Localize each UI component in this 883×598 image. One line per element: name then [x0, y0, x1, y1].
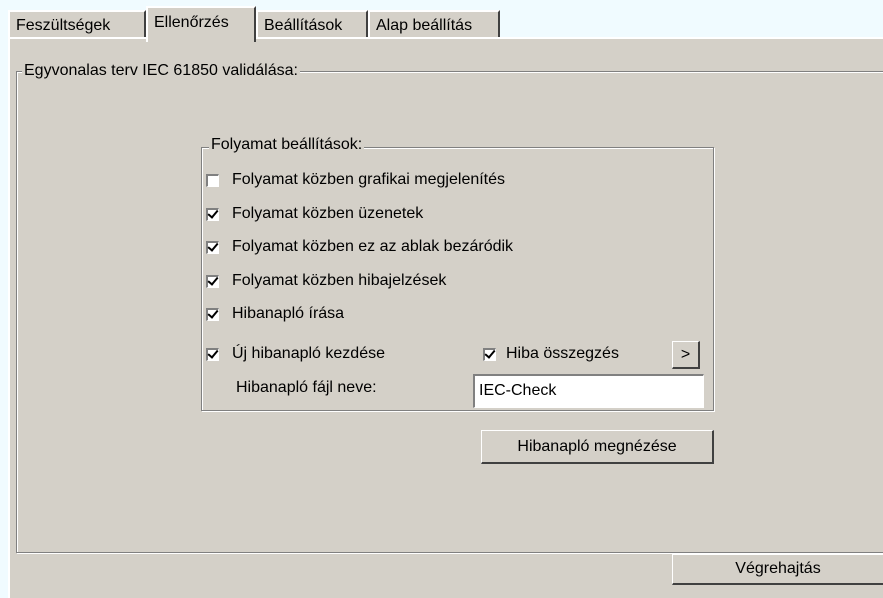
checkbox-box[interactable] [206, 307, 219, 321]
checkbox-label: Folyamat közben hibajelzések [232, 272, 447, 289]
checkbox-new-log[interactable]: Új hibanapló kezdése [206, 343, 385, 365]
checkbox-label: Folyamat közben üzenetek [232, 205, 424, 222]
checkbox-label: Új hibanapló kezdése [232, 345, 385, 362]
checkbox-box[interactable] [206, 274, 219, 288]
summary-expand-button[interactable]: > [672, 341, 700, 369]
checkbox-write-log[interactable]: Hibanapló írása [206, 303, 344, 325]
checkbox-window-closes[interactable]: Folyamat közben ez az ablak bezáródik [206, 236, 513, 258]
checkbox-label: Folyamat közben grafikai megjelenítés [232, 171, 506, 188]
checkbox-label: Folyamat közben ez az ablak bezáródik [232, 238, 514, 255]
checkbox-messages[interactable]: Folyamat közben üzenetek [206, 203, 423, 225]
checkbox-error-summary[interactable]: Hiba összegzés [483, 343, 619, 365]
checkbox-box[interactable] [206, 240, 219, 254]
tab-beallitasok[interactable]: Beállítások [256, 10, 368, 38]
process-settings-title: Folyamat beállítások: [209, 136, 365, 154]
checkbox-box[interactable] [206, 173, 219, 187]
checkbox-box[interactable] [483, 347, 496, 361]
validation-group-title: Egyvonalas terv IEC 61850 validálása: [22, 62, 300, 80]
checkbox-label: Hiba összegzés [506, 345, 619, 362]
tab-panel: Egyvonalas terv IEC 61850 validálása: Fo… [8, 37, 883, 598]
checkbox-label: Hibanapló írása [232, 305, 345, 322]
view-log-button[interactable]: Hibanapló megnézése [481, 430, 714, 464]
checkbox-box[interactable] [206, 207, 219, 221]
tab-ellenorzes[interactable]: Ellenőrzés [146, 6, 256, 42]
tab-feszultsegek[interactable]: Feszültségek [8, 10, 146, 38]
checkbox-box[interactable] [206, 347, 219, 361]
execute-button[interactable]: Végrehajtás [672, 554, 883, 585]
checkbox-error-signals[interactable]: Folyamat közben hibajelzések [206, 270, 446, 292]
log-file-name-label: Hibanapló fájl neve: [236, 379, 377, 396]
tab-alap-beallitas[interactable]: Alap beállítás [368, 10, 500, 38]
checkbox-graphic-display[interactable]: Folyamat közben grafikai megjelenítés [206, 169, 505, 191]
log-file-name-input[interactable]: IEC-Check [473, 374, 704, 408]
